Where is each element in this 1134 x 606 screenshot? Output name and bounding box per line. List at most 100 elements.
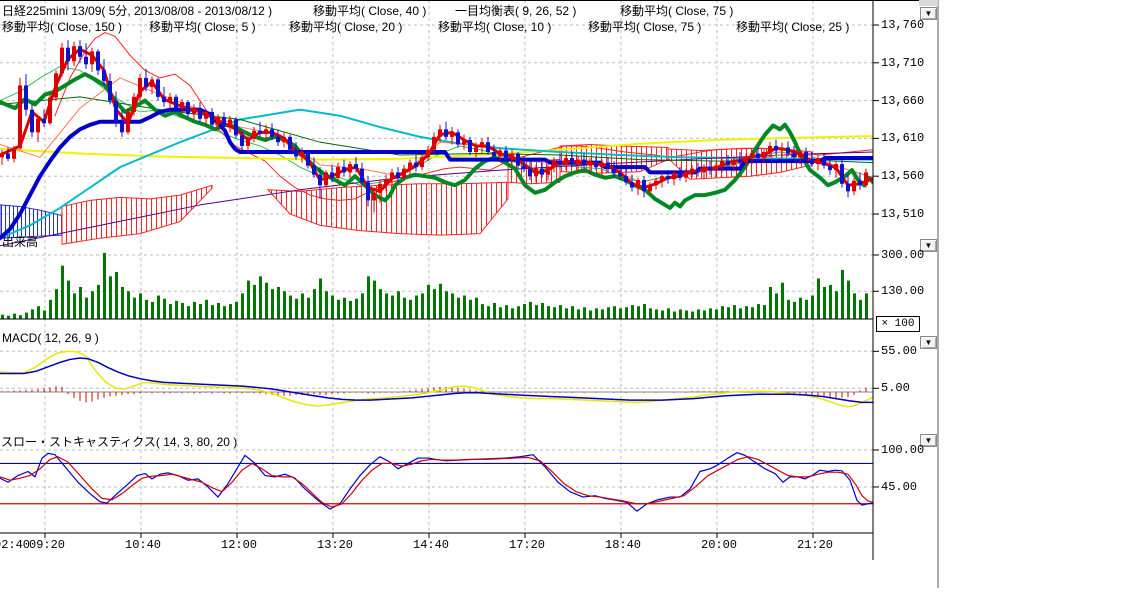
volume-bar <box>751 307 754 319</box>
volume-bar <box>481 304 484 319</box>
volume-bar <box>727 307 730 319</box>
volume-bar <box>55 289 58 319</box>
volume-bar <box>781 283 784 319</box>
volume-bar <box>739 308 742 319</box>
volume-bar <box>721 306 724 319</box>
volume-bar <box>859 300 862 319</box>
price-panel[interactable] <box>0 33 873 246</box>
time-axis-label: 10:40 <box>125 539 161 551</box>
chevron-down-icon: ▼ <box>925 339 933 347</box>
chevron-down-icon: ▼ <box>925 10 933 18</box>
volume-bar <box>595 308 598 319</box>
volume-bar <box>301 293 304 319</box>
legend-item: 一目均衡表( 9, 26, 52 ) <box>455 5 576 18</box>
macd-panel-scroll-button[interactable]: ▼ <box>920 336 937 349</box>
legend-item: 移動平均( Close, 75 ) <box>620 5 733 18</box>
volume-bar <box>463 296 466 319</box>
volume-bar <box>163 299 166 319</box>
volume-bar <box>637 306 640 319</box>
volume-bar <box>865 293 868 319</box>
volume-bar <box>433 289 436 319</box>
volume-bar <box>67 281 70 319</box>
volume-bar <box>169 304 172 319</box>
volume-bar <box>151 302 154 319</box>
volume-bar <box>613 306 616 319</box>
volume-bar <box>187 306 190 319</box>
volume-bar <box>175 301 178 319</box>
volume-bar <box>775 293 778 319</box>
volume-bar <box>457 298 460 319</box>
volume-bar <box>379 289 382 319</box>
volume-bar <box>499 307 502 319</box>
volume-bar <box>523 304 526 319</box>
time-axis-label: 13:20 <box>317 539 353 551</box>
volume-bar <box>625 307 628 319</box>
volume-bar <box>331 296 334 319</box>
volume-bar <box>307 298 310 319</box>
volume-bar <box>73 293 76 319</box>
volume-bar <box>697 309 700 319</box>
volume-bar <box>289 296 292 319</box>
volume-multiplier-badge: × 100 <box>876 316 920 332</box>
volume-bar <box>277 287 280 319</box>
macd-axis-label: 5.00 <box>881 382 910 394</box>
volume-bar <box>823 287 826 319</box>
volume-bar <box>655 309 658 319</box>
volume-bar <box>157 296 160 319</box>
volume-bar <box>385 293 388 319</box>
volume-bar <box>679 309 682 319</box>
volume-bar <box>475 298 478 319</box>
volume-bar <box>745 306 748 319</box>
volume-bar <box>517 306 520 319</box>
chart-canvas[interactable] <box>0 0 1134 606</box>
volume-bar <box>409 300 412 319</box>
volume-axis-label: 300.00 <box>881 249 924 261</box>
volume-bar <box>49 300 52 319</box>
volume-bar <box>121 287 124 319</box>
volume-bar <box>763 305 766 319</box>
time-axis-label: 21:20 <box>797 539 833 551</box>
volume-bar <box>145 300 148 319</box>
volume-bar <box>325 291 328 319</box>
volume-bar <box>631 305 634 319</box>
volume-bar <box>427 285 430 319</box>
volume-bar <box>343 298 346 319</box>
volume-bar <box>373 281 376 319</box>
volume-bar <box>403 298 406 319</box>
scrollbar-top-strip <box>919 0 938 6</box>
volume-bar <box>829 285 832 319</box>
legend-item: 移動平均( Close, 5 ) <box>149 21 256 34</box>
volume-bar <box>733 305 736 319</box>
volume-bar <box>703 310 706 319</box>
volume-bar <box>535 305 538 319</box>
volume-bar <box>661 310 664 319</box>
volume-bar <box>181 303 184 319</box>
volume-bar <box>139 293 142 319</box>
volume-bar <box>217 303 220 319</box>
volume-bar <box>757 304 760 319</box>
volume-bar <box>37 306 40 319</box>
volume-bar <box>103 253 106 319</box>
volume-bar <box>205 300 208 319</box>
volume-bar <box>589 310 592 319</box>
volume-bar <box>547 306 550 319</box>
volume-panel-title: 出来高 <box>2 236 38 249</box>
volume-bar <box>685 310 688 319</box>
volume-bar <box>841 270 844 319</box>
legend-item: 移動平均( Close, 25 ) <box>736 21 849 34</box>
volume-bar <box>265 283 268 319</box>
volume-bar <box>319 278 322 319</box>
volume-bar <box>235 302 238 319</box>
volume-bar <box>619 308 622 319</box>
price-axis-label: 13,610 <box>881 132 924 144</box>
time-axis-label: 12:00 <box>221 539 257 551</box>
volume-bar <box>223 306 226 319</box>
volume-bar <box>451 293 454 319</box>
volume-bar <box>445 291 448 319</box>
volume-bar <box>439 284 442 319</box>
chart-window: 日経225mini 13/09( 5分, 2013/08/08 - 2013/0… <box>0 0 1134 606</box>
volume-bar <box>799 298 802 319</box>
volume-bar <box>97 285 100 319</box>
chevron-down-icon: ▼ <box>925 437 933 445</box>
stoch-axis-label: 45.00 <box>881 481 917 493</box>
